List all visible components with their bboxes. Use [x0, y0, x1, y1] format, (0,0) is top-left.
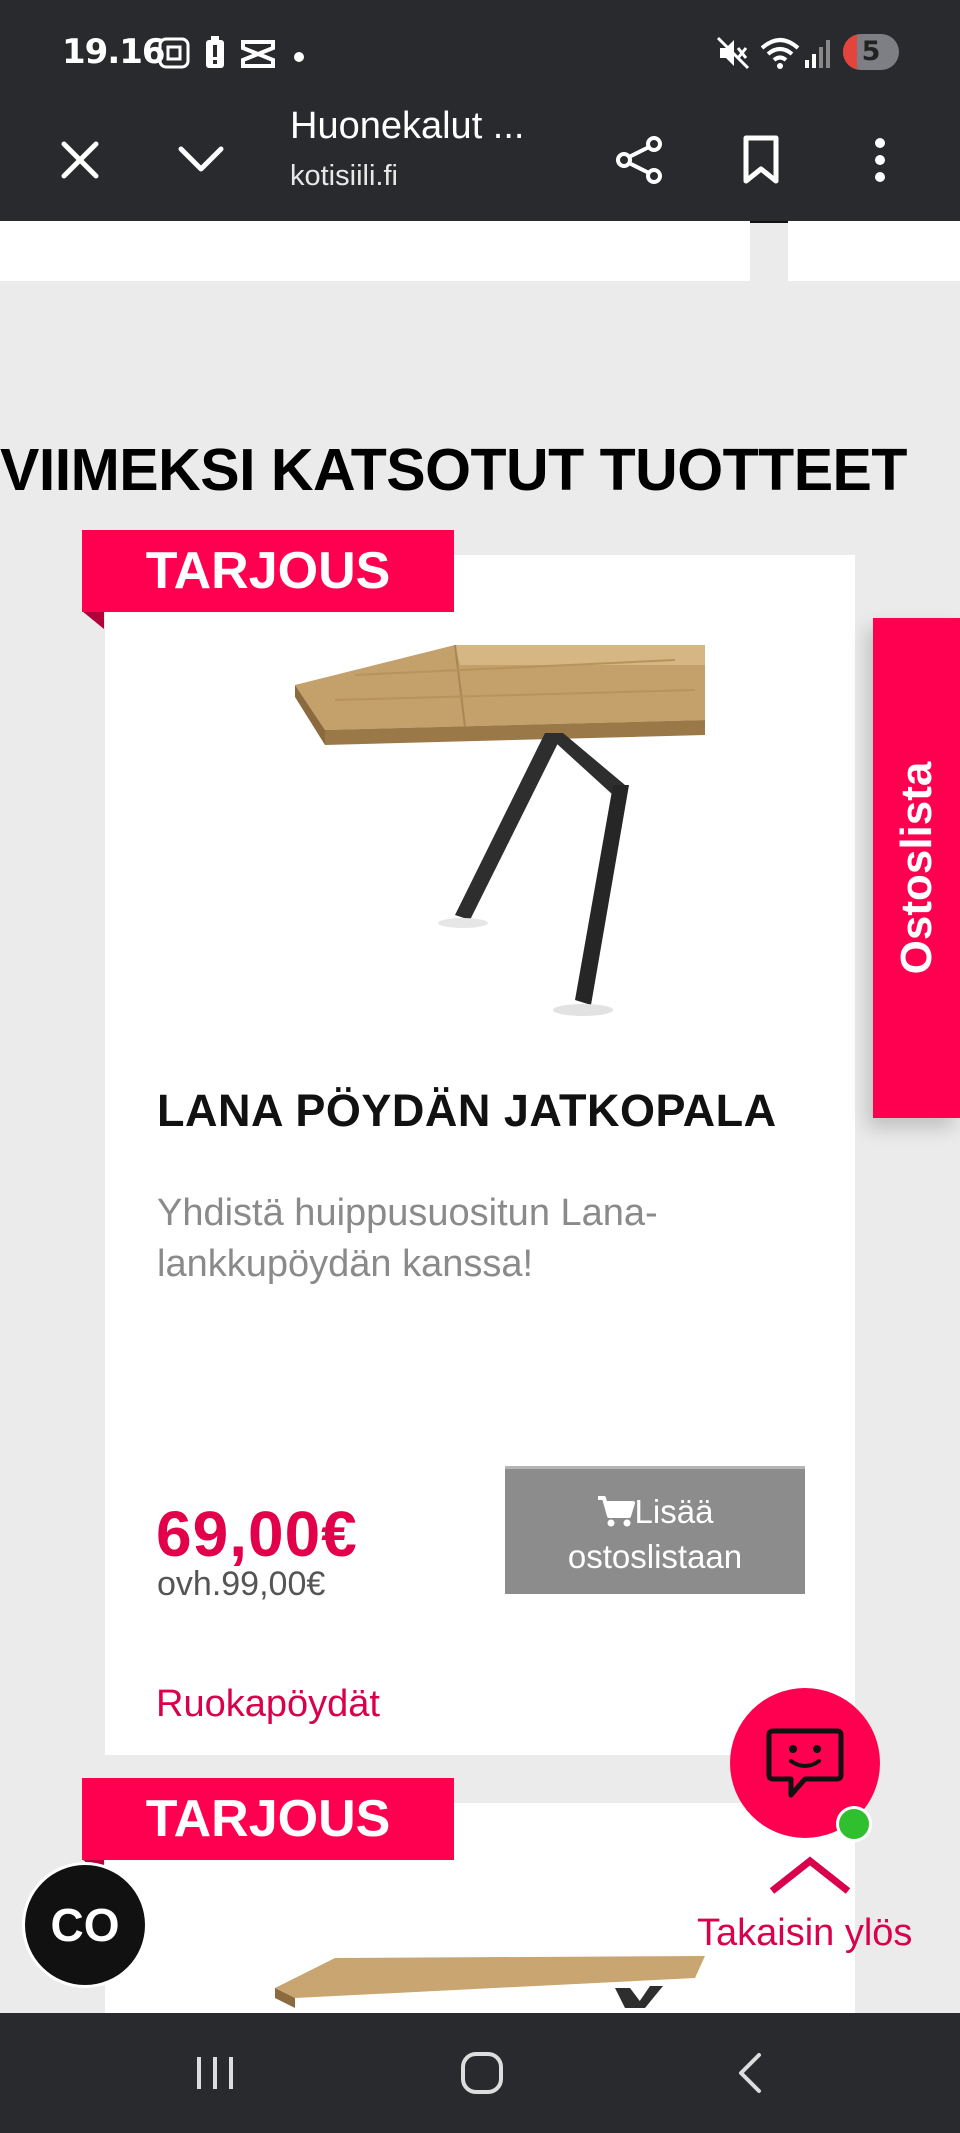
- notification-count: 5: [861, 36, 881, 67]
- collapse-button[interactable]: [166, 125, 236, 195]
- signal-icon: [803, 36, 833, 74]
- product-old-price: ovh.99,00€: [157, 1565, 326, 1603]
- badge-fold: [82, 611, 104, 629]
- share-icon: [616, 136, 662, 184]
- previous-card-bottom-right: [788, 221, 960, 281]
- previous-card-bottom: [0, 221, 750, 281]
- page-title: Huonekalut ...: [290, 105, 525, 147]
- recent-apps-button[interactable]: [180, 2043, 250, 2103]
- page-url[interactable]: kotisiili.fi: [290, 160, 398, 193]
- product-image: [295, 645, 705, 1016]
- category-link[interactable]: Ruokapöydät: [156, 1683, 380, 1726]
- page-title-wrap[interactable]: Huonekalut ...: [290, 105, 524, 148]
- offer-badge: TARJOUS: [82, 1778, 454, 1860]
- battery-indicator: 5: [843, 34, 899, 70]
- home-button[interactable]: [447, 2043, 517, 2103]
- back-to-top-link[interactable]: Takaisin ylös: [697, 1912, 912, 1955]
- status-bar: 19.16 5: [0, 0, 960, 105]
- more-menu-button[interactable]: [845, 125, 915, 195]
- share-button[interactable]: [605, 125, 675, 195]
- chevron-down-icon: [178, 146, 224, 172]
- back-button[interactable]: [715, 2043, 785, 2103]
- wifi-icon: [760, 36, 800, 74]
- add-to-list-label: Lisää ostoslistaan: [567, 1493, 743, 1575]
- capcut-icon: [240, 36, 276, 74]
- online-status-dot: [836, 1806, 872, 1842]
- browser-toolbar: Huonekalut ... kotisiili.fi: [0, 105, 960, 223]
- cart-icon: [597, 1496, 635, 1527]
- status-time: 19.16: [62, 32, 166, 72]
- more-vert-icon: [875, 138, 885, 182]
- add-to-list-button[interactable]: Lisää ostoslistaan: [505, 1466, 805, 1594]
- screenshot-icon: [157, 36, 191, 74]
- shopping-list-tab-label: Ostoslista: [891, 761, 941, 975]
- product-description: Yhdistä huippusuositun Lana-lankkupöydän…: [157, 1192, 658, 1285]
- chevron-up-icon[interactable]: [768, 1855, 852, 1895]
- shopping-list-tab[interactable]: Ostoslista: [873, 618, 960, 1118]
- offer-badge: TARJOUS: [82, 530, 454, 612]
- mute-icon: [716, 36, 750, 74]
- bookmark-icon: [743, 135, 779, 184]
- close-button[interactable]: [45, 125, 115, 195]
- product-name[interactable]: LANA PÖYDÄN JATKOPALA: [157, 1085, 777, 1137]
- product-price: 69,00€: [156, 1498, 358, 1570]
- recent-apps-icon: [197, 2057, 233, 2089]
- bookmark-button[interactable]: [726, 125, 796, 195]
- chat-icon: [766, 1728, 844, 1798]
- dot-icon: [293, 48, 305, 67]
- section-title: VIIMEKSI KATSOTUT TUOTTEET: [0, 437, 907, 503]
- close-icon: [61, 141, 99, 179]
- co-floating-button[interactable]: CO: [25, 1865, 145, 1985]
- product-image: [275, 1956, 705, 2008]
- battery-alert-icon: [204, 36, 226, 74]
- home-icon: [461, 2052, 503, 2094]
- system-navigation-bar: [0, 2013, 960, 2133]
- back-icon: [739, 2053, 761, 2093]
- co-label: CO: [50, 1899, 120, 1951]
